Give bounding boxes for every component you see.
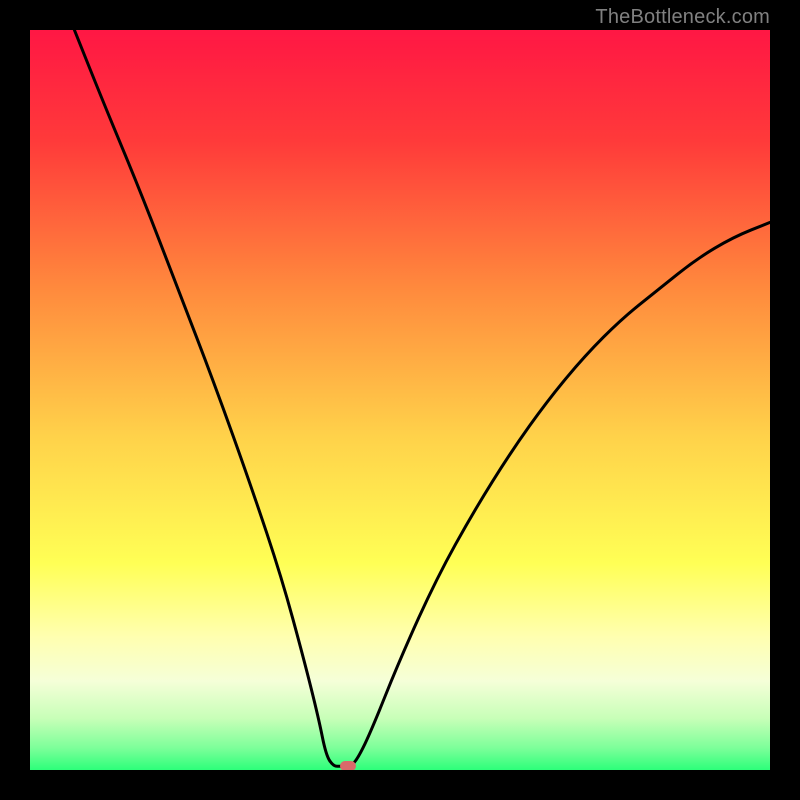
watermark-text: TheBottleneck.com xyxy=(595,6,770,29)
bottleneck-curve xyxy=(30,30,770,770)
chart-frame: TheBottleneck.com xyxy=(0,0,800,800)
plot-area xyxy=(30,30,770,770)
optimal-point-marker xyxy=(340,761,356,770)
